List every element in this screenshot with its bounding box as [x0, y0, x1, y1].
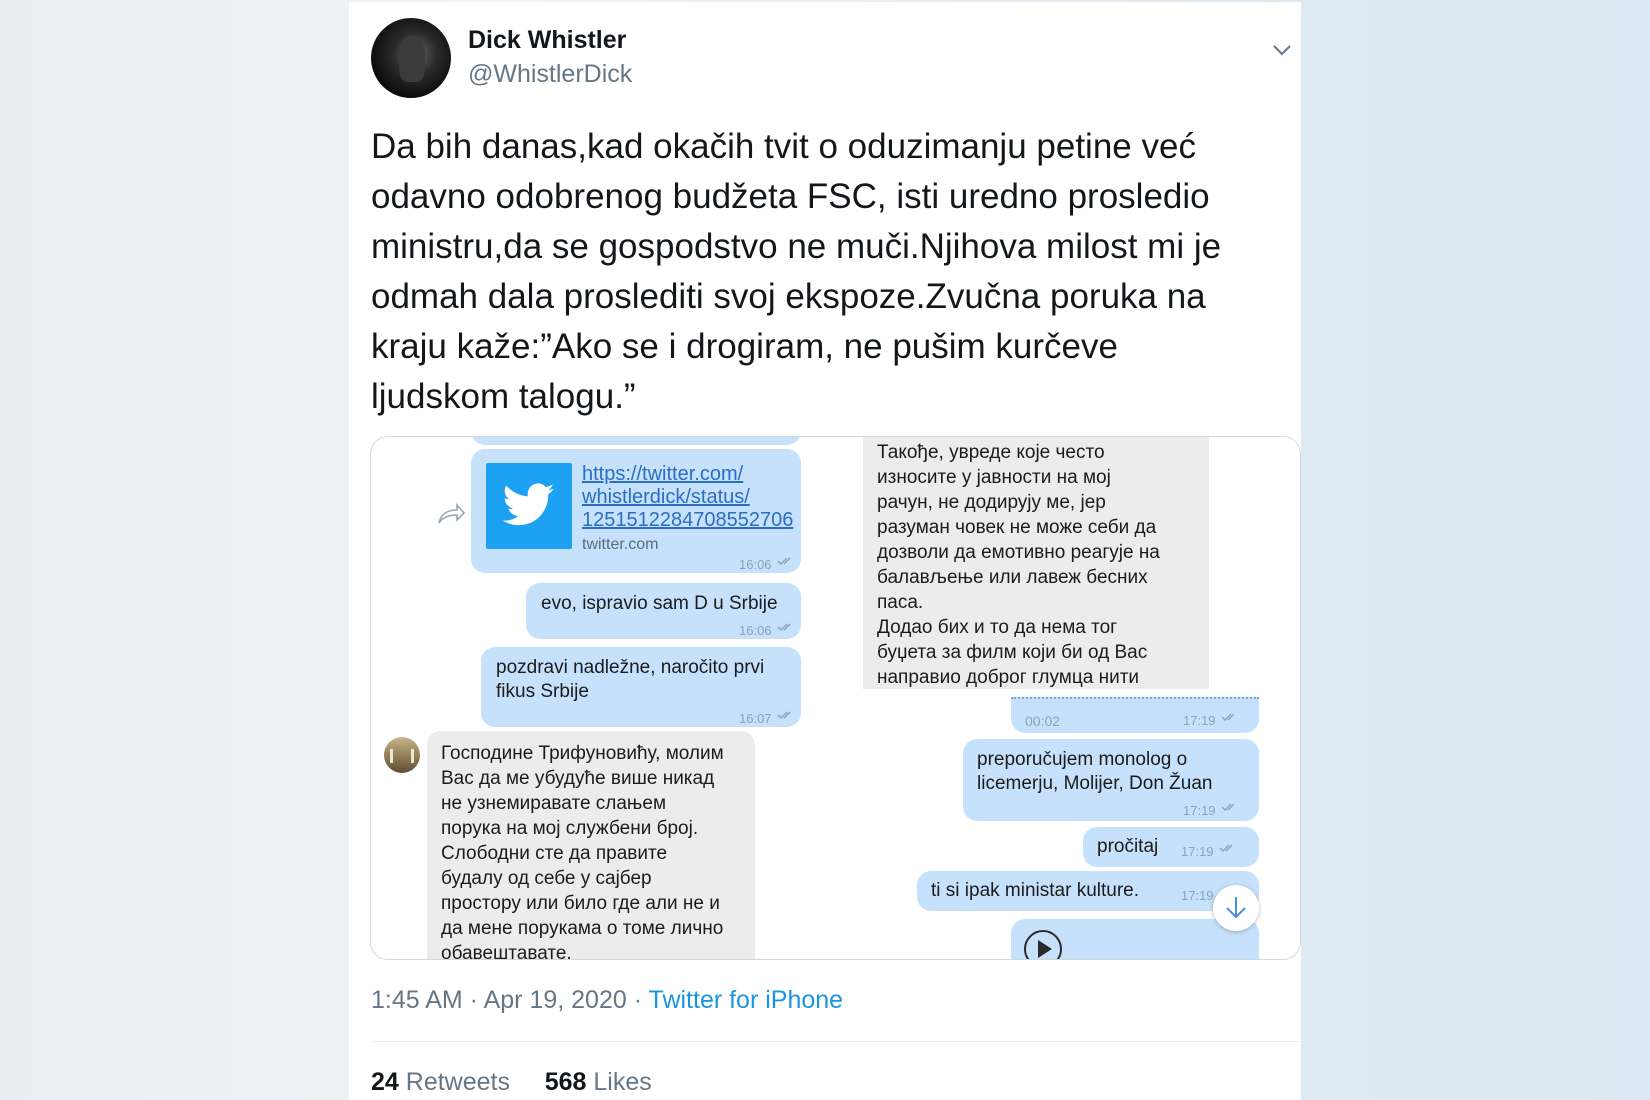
meta-separator: · — [633, 986, 643, 1014]
message-text-line: обавештавате. — [441, 943, 572, 960]
tweet-date[interactable]: Apr 19, 2020 — [484, 986, 627, 1014]
display-name[interactable]: Dick Whistler — [468, 26, 626, 55]
message-text-line: разуман човек не може себи да — [877, 517, 1157, 538]
likes-count: 568 — [544, 1068, 587, 1096]
avatar[interactable] — [371, 18, 451, 98]
tweet-card: Dick Whistler @WhistlerDick Da bih danas… — [349, 2, 1301, 1100]
tweet-text-line: Da bih danas,kad okačih tvit o oduzimanj… — [371, 127, 1196, 166]
tweet-text-line: kraju kaže:”Ako se i drogiram, ne pušim … — [371, 327, 1118, 366]
message-text: ti si ipak ministar kulture. — [931, 880, 1140, 901]
tweet-stats: 24 Retweets 568 Likes — [371, 1068, 652, 1097]
double-check-icon — [777, 711, 791, 719]
message-text-line: износите у јавности на мој — [877, 467, 1111, 488]
double-check-icon — [777, 623, 791, 631]
retweets-stat[interactable]: 24 Retweets — [371, 1068, 510, 1096]
likes-label: Likes — [593, 1068, 652, 1096]
forward-share-icon[interactable] — [437, 503, 465, 525]
message-text-line: дозволи да емотивно реагује на — [877, 542, 1160, 563]
tweet-text: Da bih danas,kad okačih tvit o oduzimanj… — [371, 122, 1286, 422]
message-text: pročitaj — [1097, 836, 1159, 857]
link-domain: twitter.com — [582, 536, 659, 553]
link-url-line[interactable]: 1251512284708552706 — [582, 509, 793, 532]
twitter-link-thumbnail — [486, 463, 572, 549]
incoming-message: Господине Трифуновићу, молим Вас да ме у… — [427, 731, 755, 960]
retweets-count: 24 — [371, 1068, 399, 1096]
chat-screenshot-left: https://twitter.com/ whistlerdick/status… — [371, 437, 851, 959]
tweet-text-line: ljudskom talogu.” — [371, 377, 636, 416]
outgoing-message: pročitaj 17:19 — [1083, 827, 1259, 867]
retweets-label: Retweets — [405, 1068, 510, 1096]
message-text-line: паса. — [877, 592, 924, 613]
message-text: fikus Srbije — [496, 681, 589, 702]
message-text: pozdravi nadležne, naročito prvi — [496, 657, 765, 678]
outgoing-message: evo, ispravio sam D u Srbije 16:06 — [526, 583, 801, 639]
message-text-line: порука на мој службени број. — [441, 818, 699, 839]
tweet-timestamp: 1:45 AM · Apr 19, 2020 · Twitter for iPh… — [371, 986, 843, 1015]
message-time: 16:06 — [739, 557, 772, 572]
message-text: licemerju, Molijer, Don Žuan — [977, 773, 1213, 794]
tweet-text-line: odavno odobrenog budžeta FSC, isti uredn… — [371, 177, 1210, 216]
message-time: 17:19 — [1181, 888, 1214, 903]
tweet-header: Dick Whistler @WhistlerDick — [371, 18, 1291, 98]
message-text-line: не узнемиравате слањем — [441, 793, 667, 814]
message-text-line: да мене порукама о томе лично — [441, 918, 724, 939]
message-text-line: Вас да ме убудуће више никад — [441, 768, 715, 789]
scroll-down-arrow-icon — [1226, 897, 1246, 919]
incoming-message: Такође, увреде које често износите у јав… — [863, 437, 1209, 689]
link-card-bubble[interactable]: https://twitter.com/ whistlerdick/status… — [471, 449, 801, 573]
message-text-line: балављење или лавеж бесних — [877, 567, 1148, 588]
message-text: evo, ispravio sam D u Srbije — [541, 593, 778, 614]
message-text-line: Такође, увреде које често — [877, 442, 1105, 463]
previous-message-bubble — [471, 437, 801, 445]
link-url-line[interactable]: whistlerdick/status/ — [582, 486, 750, 509]
link-url-line[interactable]: https://twitter.com/ — [582, 463, 743, 486]
message-text-line: направио доброг глумца нити — [877, 667, 1140, 688]
voice-duration: 00:02 — [1025, 713, 1061, 729]
tweet-time[interactable]: 1:45 AM — [371, 986, 463, 1014]
tweet-text-line: ministru,da se gospodstvo ne muči.Njihov… — [371, 227, 1222, 266]
likes-stat[interactable]: 568 Likes — [545, 1068, 652, 1096]
message-time: 16:06 — [739, 623, 772, 638]
tweet-source-link[interactable]: Twitter for iPhone — [649, 986, 844, 1014]
message-text-line: буџета за филм који би од Вас — [877, 642, 1148, 663]
chevron-down-icon[interactable] — [1270, 38, 1294, 62]
scroll-down-button[interactable] — [1213, 885, 1259, 931]
contact-avatar[interactable] — [384, 737, 420, 773]
double-check-icon — [1221, 803, 1235, 811]
outgoing-message: pozdravi nadležne, naročito prvi fikus S… — [481, 647, 801, 727]
tweet-media-image[interactable]: https://twitter.com/ whistlerdick/status… — [370, 436, 1301, 960]
message-text-line: простору или било где али не и — [441, 893, 720, 914]
message-text-line: Слободни сте да правите — [441, 843, 668, 864]
twitter-bird-icon — [503, 483, 555, 526]
chat-screenshot-right: Такође, увреде које често износите у јав… — [851, 437, 1300, 959]
outgoing-message: ti si ipak ministar kulture. 17:19 — [917, 871, 1259, 911]
message-time: 17:19 — [1181, 844, 1214, 859]
message-time: 17:19 — [1183, 713, 1216, 728]
divider — [371, 1041, 1299, 1042]
meta-separator: · — [469, 986, 479, 1014]
message-text-line: будалу од себе у сајбер — [441, 868, 652, 889]
user-handle[interactable]: @WhistlerDick — [468, 60, 632, 89]
message-text-line: Господине Трифуновићу, молим — [441, 743, 724, 764]
message-text-line: Додао бих и то да нема тог — [877, 617, 1118, 638]
double-check-icon — [1219, 844, 1233, 852]
double-check-icon — [777, 557, 791, 565]
message-time: 17:19 — [1183, 803, 1216, 818]
message-text: preporučujem monolog o — [977, 749, 1188, 770]
play-icon[interactable] — [1023, 929, 1063, 960]
message-text-line: рачун, не додирују ме, јер — [877, 492, 1106, 513]
message-time: 16:07 — [739, 711, 772, 726]
double-check-icon — [1221, 713, 1235, 721]
avatar-silhouette — [399, 36, 425, 82]
tweet-text-line: odmah dala proslediti svoj ekspoze.Zvučn… — [371, 277, 1206, 316]
outgoing-message: preporučujem monolog o licemerju, Molije… — [963, 739, 1259, 821]
voice-message[interactable]: 00:02 17:19 — [1011, 697, 1259, 733]
